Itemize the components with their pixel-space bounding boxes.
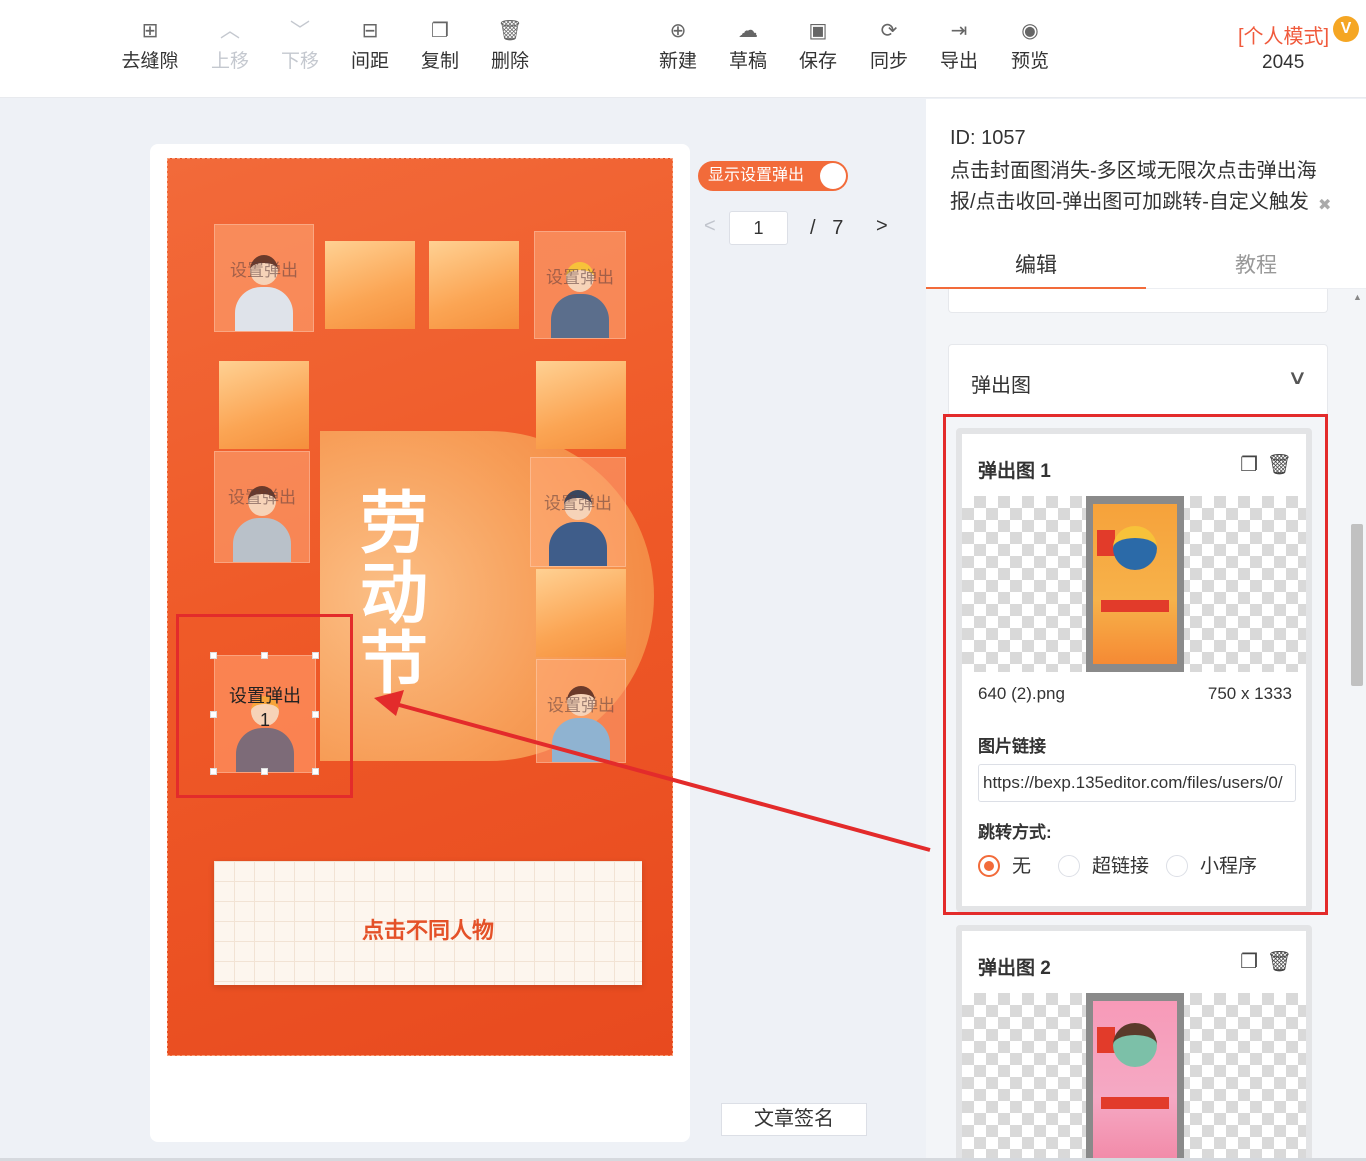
eye-icon: ◉ bbox=[1021, 20, 1039, 42]
chevron-down-icon: ﹀ bbox=[290, 20, 310, 42]
export-button[interactable]: ⇥ 导出 bbox=[923, 18, 995, 76]
cta-box: 点击不同人物 bbox=[214, 861, 642, 985]
copy-icon[interactable]: ❐ bbox=[1240, 949, 1258, 974]
chevron-down-icon[interactable]: ∨ bbox=[1287, 365, 1307, 390]
preview-button[interactable]: ◉ 预览 bbox=[994, 18, 1066, 76]
panel-tabs: 编辑 教程 bbox=[926, 243, 1366, 289]
page-total-number: 7 bbox=[832, 217, 844, 239]
page-separator: / bbox=[810, 217, 816, 239]
show-popup-toggle[interactable]: 显示设置弹出 bbox=[698, 161, 848, 191]
export-icon: ⇥ bbox=[950, 20, 968, 42]
sync-label: 同步 bbox=[869, 51, 908, 72]
page-number-input[interactable] bbox=[729, 211, 788, 245]
person-police[interactable]: 设置弹出 bbox=[530, 457, 626, 567]
toggle-label: 显示设置弹出 bbox=[708, 167, 805, 184]
scroll-up-icon[interactable]: ▲ bbox=[1353, 292, 1362, 302]
copy-icon: ❐ bbox=[431, 20, 449, 42]
delete-button[interactable]: 🗑 删除 bbox=[474, 18, 546, 76]
spacing-label: 间距 bbox=[350, 51, 389, 72]
vip-badge-icon: V bbox=[1333, 16, 1359, 42]
copy-button[interactable]: ❐ 复制 bbox=[404, 18, 476, 76]
new-label: 新建 bbox=[658, 51, 697, 72]
template-description: 点击封面图消失-多区域无限次点击弹出海报/点击收回-弹出图可加跳转-自定义触发 bbox=[950, 160, 1317, 213]
person-nurse[interactable]: 设置弹出 bbox=[214, 224, 314, 332]
spacing-button[interactable]: ⊟ 间距 bbox=[334, 18, 406, 76]
cloud-icon: ☁ bbox=[738, 20, 758, 42]
person-office[interactable]: 设置弹出 bbox=[536, 659, 626, 763]
grid-icon: ⊞ bbox=[141, 20, 159, 42]
placeholder-tile[interactable] bbox=[536, 569, 626, 657]
article-signature-button[interactable]: 文章签名 bbox=[721, 1103, 867, 1136]
new-button[interactable]: ⊕ 新建 bbox=[642, 18, 714, 76]
poster-canvas: 劳动节 设置弹出 设置弹出 设置弹出 设置弹出 设置弹出 设置弹出 1 点击不同… bbox=[167, 158, 673, 1056]
poster-title: 劳动节 bbox=[359, 486, 428, 702]
page-next-icon[interactable]: > bbox=[876, 215, 888, 238]
panel-scrollbar[interactable]: ▲ bbox=[1350, 290, 1366, 1158]
remove-gap-button[interactable]: ⊞ 去缝隙 bbox=[114, 18, 186, 76]
tab-edit[interactable]: 编辑 bbox=[926, 243, 1146, 289]
person-popup-label: 设置弹出 bbox=[547, 696, 615, 715]
mode-label[interactable]: [个人模式] bbox=[1238, 20, 1329, 49]
draft-label: 草稿 bbox=[728, 51, 767, 72]
placeholder-tile[interactable] bbox=[219, 361, 309, 449]
save-icon: ▣ bbox=[808, 20, 828, 42]
save-label: 保存 bbox=[798, 51, 837, 72]
draft-button[interactable]: ☁ 草稿 bbox=[712, 18, 784, 76]
popup-card-title: 弹出图 2 bbox=[978, 958, 1051, 979]
new-file-icon: ⊕ bbox=[669, 20, 687, 42]
scrollbar-thumb[interactable] bbox=[1351, 524, 1363, 686]
toggle-knob bbox=[820, 163, 846, 189]
image-preview[interactable] bbox=[962, 993, 1306, 1161]
trash-icon[interactable]: 🗑 bbox=[1267, 949, 1292, 974]
move-down-button[interactable]: ﹀ 下移 bbox=[264, 18, 336, 76]
placeholder-tile[interactable] bbox=[536, 361, 626, 449]
selection-highlight-box bbox=[176, 614, 353, 798]
page-prev-icon[interactable]: < bbox=[704, 215, 716, 238]
person-popup-label: 设置弹出 bbox=[230, 261, 298, 280]
template-id: ID: 1057 bbox=[950, 127, 1026, 149]
person-popup-label: 设置弹出 bbox=[228, 488, 296, 507]
spacing-icon: ⊟ bbox=[361, 20, 379, 42]
popup-card-highlight-box bbox=[943, 414, 1328, 915]
person-worker[interactable]: 设置弹出 bbox=[534, 231, 626, 339]
placeholder-tile[interactable] bbox=[325, 241, 415, 329]
popup-card-2: 弹出图 2 ❐ 🗑 bbox=[956, 925, 1312, 1161]
close-icon[interactable]: ✖ bbox=[1318, 195, 1331, 215]
preview-label: 预览 bbox=[1010, 51, 1049, 72]
export-label: 导出 bbox=[939, 51, 978, 72]
usage-count: 2045 bbox=[1262, 52, 1305, 73]
chevron-up-icon: ︿ bbox=[220, 20, 240, 42]
person-popup-label: 设置弹出 bbox=[544, 494, 612, 513]
popup-thumbnail bbox=[1086, 993, 1184, 1161]
popup-card-body: 弹出图 2 ❐ 🗑 bbox=[962, 931, 1306, 1161]
remove-gap-label: 去缝隙 bbox=[121, 51, 179, 72]
placeholder-tile[interactable] bbox=[429, 241, 519, 329]
person-popup-label: 设置弹出 bbox=[546, 268, 614, 287]
poster-art bbox=[1093, 1001, 1177, 1161]
move-up-label: 上移 bbox=[210, 51, 249, 72]
sync-icon: ⟳ bbox=[880, 20, 898, 42]
trash-icon: 🗑 bbox=[497, 20, 523, 42]
sync-button[interactable]: ⟳ 同步 bbox=[853, 18, 925, 76]
popup-section-header[interactable]: 弹出图 ∨ bbox=[948, 344, 1328, 416]
tab-tutorial[interactable]: 教程 bbox=[1146, 243, 1366, 289]
top-toolbar: ⊞ 去缝隙 ︿ 上移 ﹀ 下移 ⊟ 间距 ❐ 复制 🗑 删除 ⊕ 新建 ☁ 草稿… bbox=[0, 0, 1366, 98]
cta-text: 点击不同人物 bbox=[361, 918, 494, 943]
copy-label: 复制 bbox=[420, 51, 459, 72]
page-total: / 7 bbox=[810, 217, 843, 240]
person-teacher[interactable]: 设置弹出 bbox=[214, 451, 310, 563]
section-title: 弹出图 bbox=[971, 375, 1031, 397]
delete-label: 删除 bbox=[490, 51, 529, 72]
save-button[interactable]: ▣ 保存 bbox=[782, 18, 854, 76]
move-up-button[interactable]: ︿ 上移 bbox=[194, 18, 266, 76]
previous-card bbox=[948, 289, 1328, 313]
move-down-label: 下移 bbox=[280, 51, 319, 72]
